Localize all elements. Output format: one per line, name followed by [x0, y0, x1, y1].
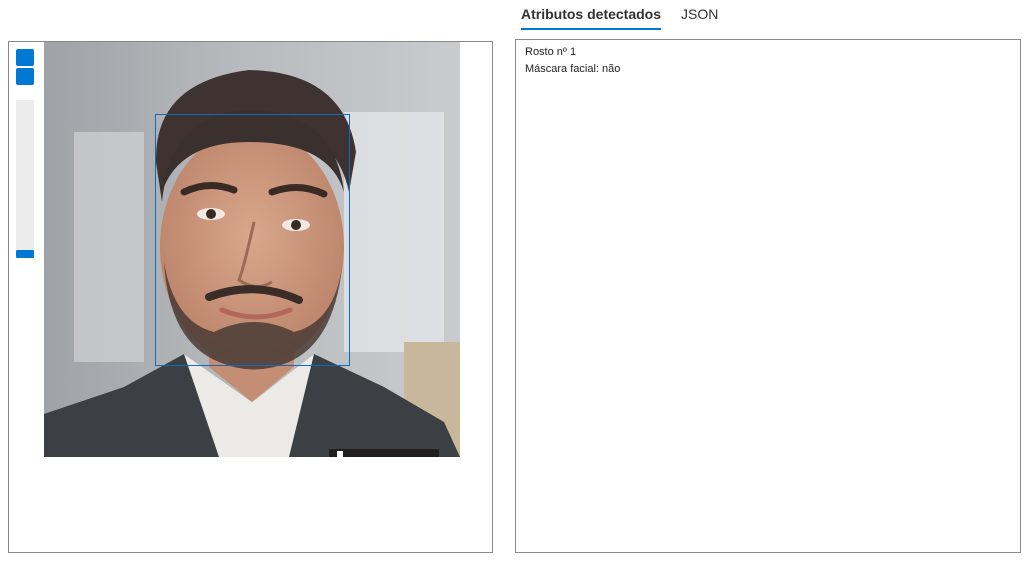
tooltip-icon	[337, 451, 343, 457]
face-number-label: Rosto nº 1	[525, 46, 577, 58]
zoom-in-button[interactable]	[16, 49, 34, 66]
result-tabs: Atributos detectados JSON	[521, 0, 718, 34]
analyzed-photo	[44, 42, 460, 457]
zoom-slider-thumb[interactable]	[16, 250, 34, 258]
image-viewer-panel	[8, 41, 493, 553]
face-bounding-box[interactable]	[155, 114, 350, 366]
tab-json[interactable]: JSON	[681, 0, 718, 34]
zoom-out-button[interactable]	[16, 68, 34, 85]
zoom-slider[interactable]	[16, 100, 34, 258]
detected-attributes-panel: Rosto nº 1 Máscara facial: não	[515, 39, 1021, 553]
face-mask-attribute: Máscara facial: não	[525, 63, 621, 75]
tab-detected-attributes[interactable]: Atributos detectados	[521, 0, 662, 34]
image-tooltip	[329, 449, 439, 457]
